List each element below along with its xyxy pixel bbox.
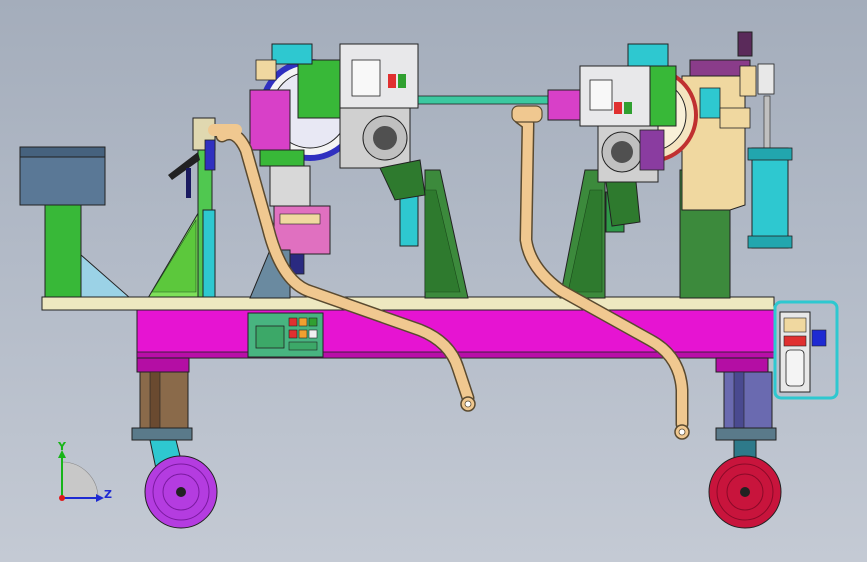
- triad-y-label: Y: [58, 440, 66, 453]
- coordinate-triad: [58, 450, 104, 502]
- x-axis-origin: [59, 495, 65, 501]
- left-clamp-stand[interactable]: [147, 117, 216, 299]
- cad-viewport[interactable]: Y Z: [0, 0, 867, 562]
- base-deck[interactable]: [41, 296, 775, 311]
- triad-z-label: Z: [104, 488, 112, 501]
- right-caster[interactable]: [708, 371, 782, 529]
- welding-fixture-assembly[interactable]: [0, 0, 867, 562]
- top-connecting-bar[interactable]: [411, 95, 561, 105]
- air-filter-unit[interactable]: [773, 300, 839, 400]
- electrical-box[interactable]: [247, 312, 324, 358]
- left-caster[interactable]: [131, 371, 218, 529]
- right-weld-head[interactable]: [547, 43, 698, 227]
- control-cabinet[interactable]: [19, 146, 132, 301]
